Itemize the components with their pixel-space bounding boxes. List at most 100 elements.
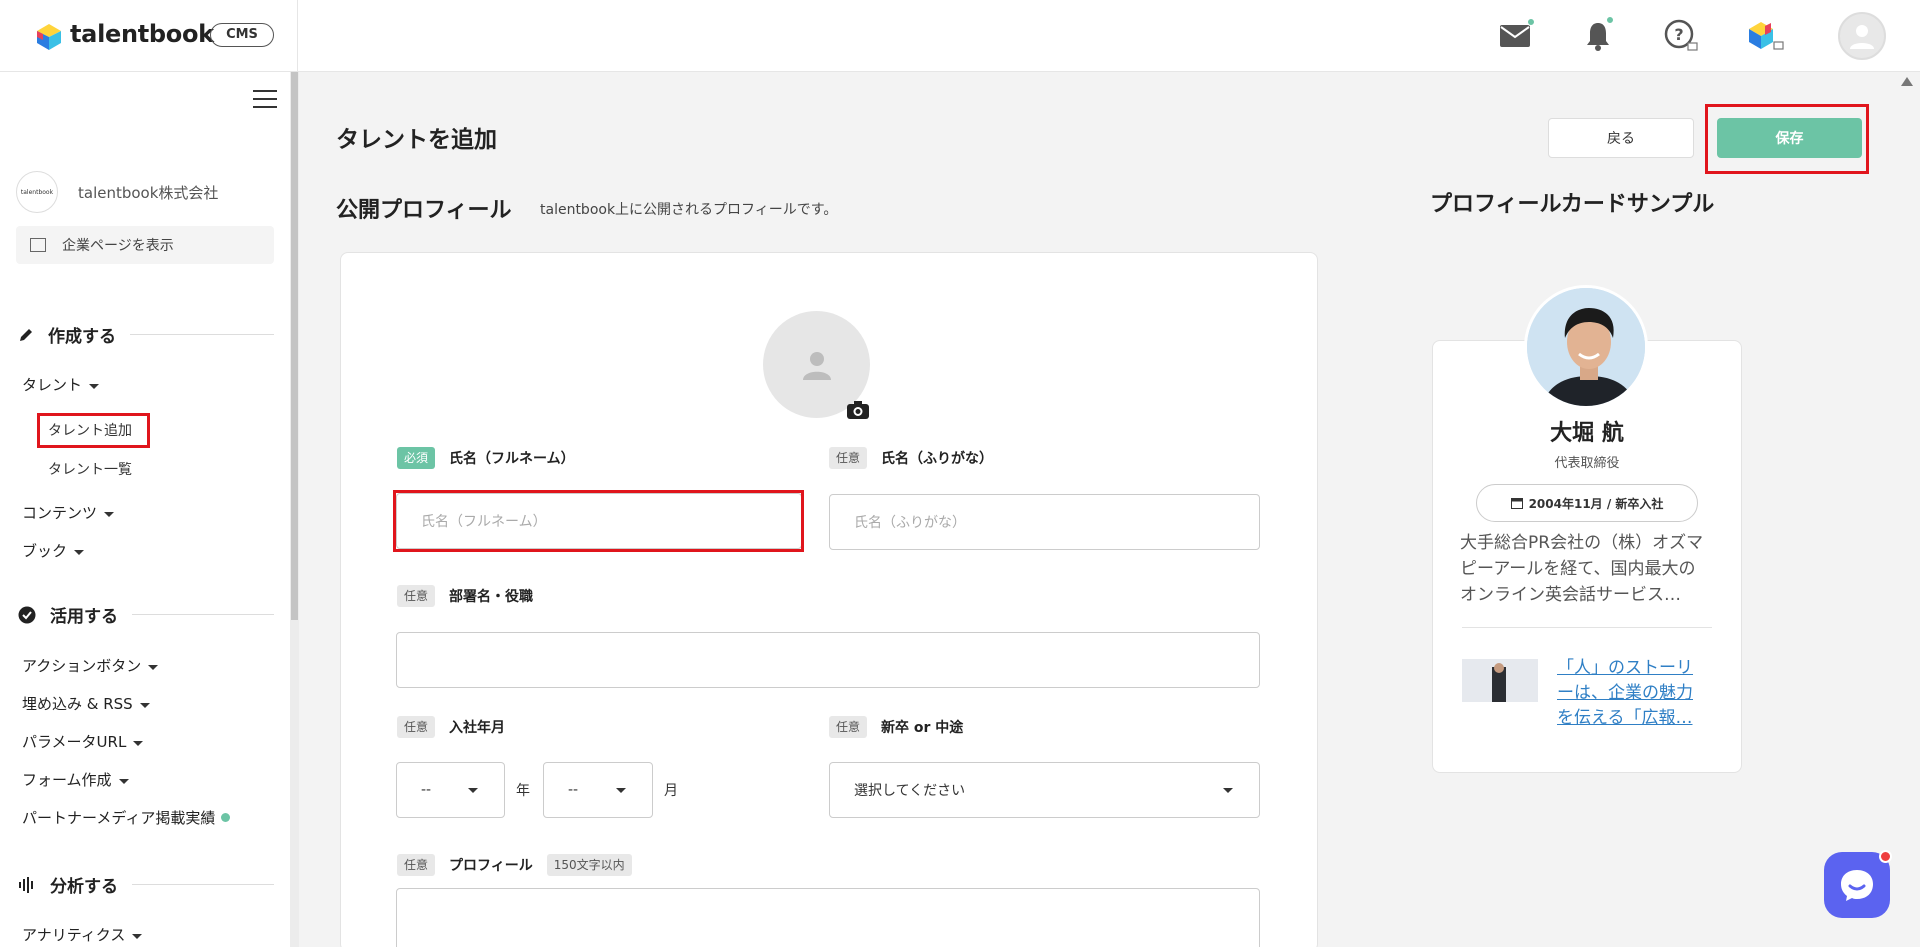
year-unit: 年	[516, 783, 530, 799]
optional-tag: 任意	[397, 585, 436, 607]
back-button[interactable]: 戻る	[1548, 118, 1694, 158]
profile-limit-tag: 150文字以内	[546, 854, 632, 876]
external-window-icon	[30, 238, 46, 252]
talentbook-logo-icon[interactable]	[34, 24, 64, 50]
caret-down-icon	[89, 383, 100, 389]
dept-label: 部署名・役職	[449, 589, 534, 605]
hire-type-label: 新卒 or 中途	[881, 720, 964, 736]
month-unit: 月	[664, 783, 678, 799]
sidebar-item-embed-rss[interactable]: 埋め込み & RSS	[22, 693, 150, 714]
story-link[interactable]: 「人」のストーリーは、企業の魅力を伝える「広報…	[1557, 656, 1707, 731]
top-header: talentbook CMS ?	[0, 0, 1920, 72]
fullname-label: 氏名（フルネーム）	[449, 451, 575, 467]
public-profile-subtitle: talentbook上に公開されるプロフィールです。	[540, 202, 838, 218]
highlight-save-button	[1705, 104, 1869, 174]
profile-label-row: 任意 プロフィール 150文字以内	[397, 854, 632, 876]
divider	[132, 614, 274, 615]
sidebar-item-talent-label: タレント	[22, 376, 83, 394]
section-use-title: 活用する	[50, 607, 118, 627]
hire-type-value: 選択してください	[854, 783, 966, 799]
sidebar-item-analytics-label: アナリティクス	[22, 926, 126, 944]
join-date-label: 入社年月	[449, 720, 506, 736]
public-profile-title: 公開プロフィール	[336, 198, 512, 223]
section-create: 作成する	[18, 322, 274, 347]
highlight-talent-add	[37, 413, 150, 448]
section-use: 活用する	[18, 602, 274, 627]
caret-down-icon	[104, 511, 115, 517]
story-thumbnail[interactable]	[1462, 659, 1538, 702]
sidebar-item-talent-list[interactable]: タレント一覧	[48, 459, 132, 479]
sidebar-scrollbar[interactable]	[290, 72, 299, 947]
sidebar-item-action-button[interactable]: アクションボタン	[22, 655, 159, 676]
fullname-label-row: 必須 氏名（フルネーム）	[397, 447, 575, 469]
user-avatar[interactable]	[1838, 12, 1886, 60]
check-circle-icon	[18, 606, 36, 623]
profile-textarea[interactable]	[396, 888, 1260, 947]
optional-tag: 任意	[397, 854, 436, 876]
join-month-select[interactable]: --	[543, 762, 653, 818]
mail-icon[interactable]	[1493, 14, 1537, 58]
sidebar-item-talent[interactable]: タレント	[22, 374, 100, 395]
mail-notification-dot	[1527, 18, 1535, 26]
preview-date: 2004年11月 / 新卒入社	[1528, 496, 1664, 511]
divider	[1462, 627, 1712, 628]
help-icon[interactable]: ?	[1659, 14, 1703, 58]
highlight-fullname-input	[393, 490, 804, 552]
sidebar-item-action-button-label: アクションボタン	[22, 657, 142, 675]
kana-input[interactable]: 氏名（ふりがな）	[829, 494, 1260, 550]
sidebar-item-form-create[interactable]: フォーム作成	[22, 769, 129, 790]
sidebar-item-contents[interactable]: コンテンツ	[22, 502, 115, 523]
preview-role: 代表取締役	[1554, 456, 1620, 471]
sidebar-scrollbar-thumb[interactable]	[291, 72, 298, 620]
optional-tag: 任意	[397, 716, 436, 738]
sidebar-item-contents-label: コンテンツ	[22, 504, 98, 522]
sidebar-item-form-create-label: フォーム作成	[22, 771, 112, 789]
audio-wave-icon	[19, 876, 33, 893]
chat-button[interactable]	[1824, 850, 1892, 918]
preview-date-badge: 2004年11月 / 新卒入社	[1476, 484, 1698, 522]
company-page-link-label: 企業ページを表示	[62, 238, 174, 254]
section-create-title: 作成する	[48, 327, 116, 347]
join-year-select[interactable]: --	[396, 762, 505, 818]
page-title: タレントを追加	[336, 127, 497, 153]
talentbook-site-icon[interactable]	[1744, 14, 1788, 58]
sidebar-item-analytics[interactable]: アナリティクス	[22, 924, 143, 945]
hamburger-menu-icon[interactable]	[253, 90, 277, 108]
sidebar-item-embed-rss-label: 埋め込み & RSS	[22, 695, 133, 713]
preview-name: 大堀 航	[1550, 421, 1624, 446]
svg-text:?: ?	[1674, 25, 1683, 44]
divider	[132, 884, 274, 885]
dept-input[interactable]	[396, 632, 1260, 688]
join-month-value: --	[568, 782, 579, 798]
bell-notification-dot	[1606, 16, 1614, 24]
logo-text[interactable]: talentbook	[70, 20, 214, 48]
caret-down-icon	[132, 933, 143, 939]
calendar-icon	[1510, 498, 1523, 509]
company-info: talentbook talentbook株式会社	[16, 170, 218, 214]
chat-notification-dot	[1879, 850, 1892, 863]
cms-badge: CMS	[210, 23, 274, 47]
scroll-up-arrow-icon[interactable]	[1901, 77, 1913, 86]
divider	[130, 334, 274, 335]
section-analyze-title: 分析する	[50, 877, 118, 897]
new-indicator-dot	[221, 813, 231, 822]
join-date-label-row: 任意 入社年月	[397, 716, 505, 738]
hire-type-select[interactable]: 選択してください	[829, 762, 1260, 818]
sidebar-item-book[interactable]: ブック	[22, 540, 85, 561]
sidebar-item-partner-media[interactable]: パートナーメディア掲載実績	[22, 807, 231, 828]
caret-down-icon	[118, 778, 129, 784]
hire-type-label-row: 任意 新卒 or 中途	[829, 716, 963, 738]
company-page-link[interactable]: 企業ページを表示	[16, 226, 274, 264]
caret-down-icon	[133, 740, 144, 746]
company-logo: talentbook	[16, 171, 58, 213]
sidebar-item-param-url-label: パラメータURL	[22, 733, 127, 751]
bell-icon[interactable]	[1576, 14, 1620, 58]
kana-label: 氏名（ふりがな）	[881, 451, 994, 467]
sidebar-item-param-url[interactable]: パラメータURL	[22, 731, 144, 752]
caret-down-icon	[148, 664, 159, 670]
section-analyze: 分析する	[18, 872, 274, 897]
camera-icon[interactable]	[847, 401, 869, 419]
caret-down-icon	[74, 549, 85, 555]
dept-label-row: 任意 部署名・役職	[397, 585, 533, 607]
optional-tag: 任意	[829, 447, 868, 469]
